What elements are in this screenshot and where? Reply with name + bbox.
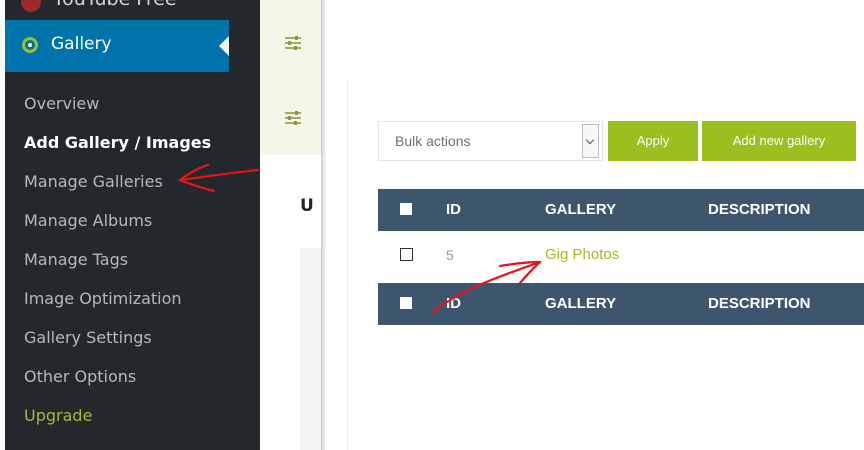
column-header-id[interactable]: ID <box>446 201 461 218</box>
select-all-checkbox[interactable] <box>400 297 412 309</box>
bulk-actions-select[interactable]: Bulk actions <box>378 121 603 161</box>
submenu-other-options[interactable]: Other Options <box>24 367 136 386</box>
row-id: 5 <box>446 247 454 263</box>
apply-button[interactable]: Apply <box>608 121 698 161</box>
sidebar-item-label: Gallery <box>51 34 112 54</box>
chevron-down-icon[interactable] <box>582 124 599 158</box>
column-header-gallery[interactable]: GALLERY <box>545 201 616 218</box>
submenu-upgrade[interactable]: Upgrade <box>24 406 92 425</box>
panel-header-band <box>260 0 322 155</box>
admin-sidebar: YouTube Free Gallery Overview Add Galler… <box>5 0 229 450</box>
sidebar-item-gallery[interactable]: Gallery <box>5 20 229 72</box>
content-divider <box>347 80 348 450</box>
behind-panel: U <box>260 0 322 450</box>
row-checkbox[interactable] <box>400 248 413 261</box>
select-all-checkbox[interactable] <box>400 203 412 215</box>
submenu-image-optimization[interactable]: Image Optimization <box>24 289 182 308</box>
panel-shadow <box>321 0 327 450</box>
submenu-add-gallery-images[interactable]: Add Gallery / Images <box>24 133 211 152</box>
table-footer: ID GALLERY DESCRIPTION <box>378 283 864 325</box>
gallery-icon <box>22 37 38 53</box>
bulk-actions-value: Bulk actions <box>395 133 471 149</box>
sidebar-item-label: YouTube Free <box>53 0 177 10</box>
column-footer-gallery[interactable]: GALLERY <box>545 295 616 312</box>
sliders-icon[interactable] <box>284 110 302 126</box>
sidebar-edge <box>229 0 260 450</box>
panel-content-box <box>300 248 322 450</box>
table-row: 5 Gig Photos <box>378 231 864 281</box>
partial-heading: U <box>300 196 314 216</box>
submenu-gallery-settings[interactable]: Gallery Settings <box>24 328 152 347</box>
column-footer-id[interactable]: ID <box>446 295 461 312</box>
submenu-manage-albums[interactable]: Manage Albums <box>24 211 152 230</box>
table-header: ID GALLERY DESCRIPTION <box>378 189 864 231</box>
column-header-description[interactable]: DESCRIPTION <box>708 201 811 218</box>
submenu-overview[interactable]: Overview <box>24 94 99 113</box>
submenu-manage-tags[interactable]: Manage Tags <box>24 250 128 269</box>
sidebar-item-youtube-free[interactable]: YouTube Free <box>5 0 229 18</box>
active-menu-pointer <box>219 36 229 56</box>
column-footer-description[interactable]: DESCRIPTION <box>708 295 811 312</box>
gallery-name-link[interactable]: Gig Photos <box>545 246 619 263</box>
youtube-icon <box>21 0 41 12</box>
add-new-gallery-button[interactable]: Add new gallery <box>702 121 856 161</box>
sliders-icon[interactable] <box>284 35 302 51</box>
submenu-manage-galleries[interactable]: Manage Galleries <box>24 172 163 191</box>
